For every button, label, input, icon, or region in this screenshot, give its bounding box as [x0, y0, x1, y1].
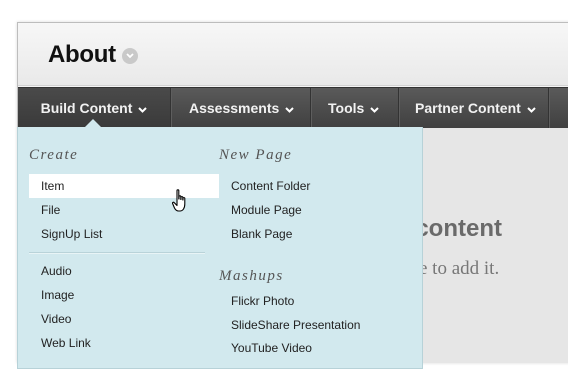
page-title: About [48, 41, 116, 68]
menu-item-image[interactable]: Image [41, 288, 74, 302]
menu-partner-content[interactable]: Partner Content [415, 88, 536, 128]
menu-item-item[interactable]: Item [41, 179, 64, 193]
menu-separator [310, 88, 311, 128]
menu-item-blank-page[interactable]: Blank Page [231, 227, 292, 241]
chevron-down-icon [370, 88, 380, 128]
dropdown-pointer [85, 119, 101, 127]
chevron-down-icon [138, 88, 148, 128]
menu-item-file[interactable]: File [41, 203, 60, 217]
new-page-section-title: New Page [219, 147, 293, 163]
menu-tools[interactable]: Tools [328, 88, 380, 128]
menu-item-content-folder[interactable]: Content Folder [231, 179, 310, 193]
menu-item-slideshare-presentation[interactable]: SlideShare Presentation [231, 318, 360, 332]
chevron-down-icon [285, 88, 294, 128]
menu-item-signup-list[interactable]: SignUp List [41, 227, 102, 241]
menu-item-web-link[interactable]: Web Link [41, 336, 91, 350]
menu-separator [170, 88, 171, 128]
page-header: About [18, 23, 568, 86]
chevron-down-icon [527, 88, 536, 128]
menu-item-audio[interactable]: Audio [41, 264, 72, 278]
menu-item-video[interactable]: Video [41, 312, 71, 326]
hand-pointer-icon [171, 189, 192, 218]
menu-item-module-page[interactable]: Module Page [231, 203, 302, 217]
menu-build-content-label: Build Content [40, 100, 133, 116]
menu-partner-content-label: Partner Content [415, 100, 521, 116]
chevron-down-icon[interactable] [122, 48, 138, 64]
create-section-title: Create [29, 147, 79, 163]
section-divider [29, 252, 205, 253]
menu-separator [398, 88, 399, 128]
menu-item-youtube-video[interactable]: YouTube Video [231, 341, 312, 355]
mashups-section-title: Mashups [219, 268, 284, 284]
menu-assessments[interactable]: Assessments [189, 88, 294, 128]
menu-separator [548, 88, 549, 128]
menu-assessments-label: Assessments [189, 100, 280, 116]
menu-item-flickr-photo[interactable]: Flickr Photo [231, 294, 294, 308]
menu-tools-label: Tools [328, 100, 365, 116]
